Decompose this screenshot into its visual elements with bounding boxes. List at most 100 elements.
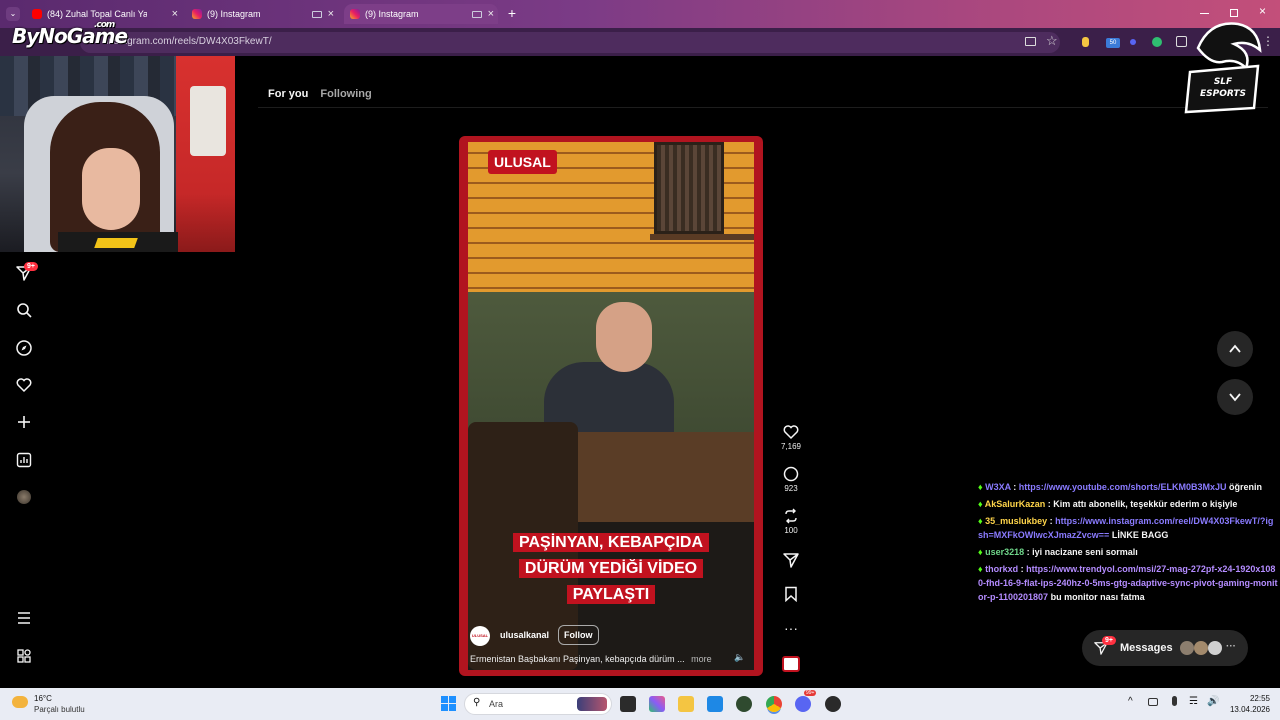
search-highlight-image <box>577 697 607 711</box>
save-button[interactable] <box>779 586 803 604</box>
plus-icon <box>18 416 30 428</box>
store-icon[interactable] <box>707 696 723 712</box>
previous-reel-button[interactable] <box>1217 331 1253 367</box>
bookmark-star-icon[interactable]: ☆ <box>1046 33 1058 49</box>
url-field[interactable]: instagram.com/reels/DW4X03FkewT/ <box>80 32 1060 53</box>
install-app-icon[interactable] <box>1025 37 1036 46</box>
like-button[interactable]: 7,169 <box>779 424 803 451</box>
extension-icon[interactable] <box>1152 37 1162 47</box>
volume-icon[interactable]: 🔊 <box>1207 696 1219 707</box>
chat-message: ♦ W3XA : https://www.youtube.com/shorts/… <box>978 482 1262 492</box>
author-name[interactable]: ulusalkanal <box>500 630 549 640</box>
audio-button[interactable] <box>779 656 803 674</box>
taskbar-search[interactable]: ⚲ Ara <box>464 693 612 715</box>
close-tab-icon[interactable]: × <box>488 8 494 20</box>
dragon-emblem <box>1184 22 1262 114</box>
avatar <box>1208 641 1222 655</box>
reel-author-row: ULUSAL ulusalkanal Follow <box>470 624 750 648</box>
tab-search-button[interactable]: ⌄ <box>6 7 20 21</box>
chat-user: AkSalurKazan <box>984 499 1046 509</box>
task-view-icon[interactable] <box>620 696 636 712</box>
nav-profile[interactable] <box>14 487 34 507</box>
tab-for-you[interactable]: For you <box>268 88 308 100</box>
clock[interactable]: 22:55 13.04.2026 <box>1220 693 1270 715</box>
next-reel-button[interactable] <box>1217 379 1253 415</box>
tray-overflow-icon[interactable]: ^ <box>1128 696 1133 707</box>
obs-icon[interactable] <box>825 696 841 712</box>
copilot-icon[interactable] <box>649 696 665 712</box>
xbox-icon[interactable] <box>736 696 752 712</box>
more-horizontal-icon: ··· <box>1226 641 1236 652</box>
audio-thumbnail <box>782 656 800 672</box>
weather-widget[interactable]: 16°C Parçalı bulutlu <box>10 692 120 716</box>
browser-tab-bar: ⌄ (84) Zuhal Topal Canlı Yayında • × (9)… <box>0 0 1280 28</box>
chrome-icon[interactable] <box>766 696 782 712</box>
chat-badge-icon: ♦ <box>978 499 983 509</box>
comment-button[interactable]: 923 <box>779 466 803 493</box>
chat-link[interactable]: https://www.youtube.com/shorts/ELKM0B3Mx… <box>1019 482 1227 492</box>
reel-video[interactable]: ULUSAL PAŞİNYAN, KEBAPÇIDA DÜRÜM YEDİĞİ … <box>459 136 763 676</box>
stream-brand-logo: ByNoGame .com <box>12 20 128 48</box>
chat-user: thorkxd <box>985 564 1019 574</box>
wifi-icon[interactable]: ☴ <box>1189 696 1198 707</box>
shirt-stripe <box>94 238 138 248</box>
chat-message: ♦ user3218 : iyi nacizane seni sormalı <box>978 547 1138 557</box>
nav-explore[interactable] <box>14 338 34 358</box>
share-button[interactable] <box>779 552 803 570</box>
speaker-icon[interactable]: 🔈 <box>734 652 745 663</box>
portrait-decoration <box>190 86 226 156</box>
reel-frame: ULUSAL PAŞİNYAN, KEBAPÇIDA DÜRÜM YEDİĞİ … <box>468 142 754 670</box>
nav-more[interactable] <box>14 608 34 628</box>
author-avatar[interactable]: ULUSAL <box>470 626 490 646</box>
more-options-button[interactable]: ··· <box>779 620 803 636</box>
new-tab-button[interactable]: + <box>504 5 520 21</box>
streamer-face <box>82 148 140 230</box>
weather-temp: 16°C <box>34 694 52 703</box>
shelf <box>650 234 754 240</box>
tab-instagram-2[interactable]: (9) Instagram × <box>344 4 498 24</box>
tab-title: (9) Instagram <box>207 9 261 19</box>
nav-dashboard[interactable] <box>14 450 34 470</box>
channel-logo: ULUSAL <box>488 150 557 174</box>
nav-notifications[interactable] <box>14 375 34 395</box>
close-tab-icon[interactable]: × <box>172 8 178 20</box>
heart-icon <box>783 425 799 440</box>
windows-taskbar: 16°C Parçalı bulutlu ⚲ Ara 99+ ^ ☴ 🔊 22:… <box>0 688 1280 720</box>
nav-apps[interactable] <box>14 646 34 666</box>
streamer-webcam <box>0 56 235 252</box>
shelf-window <box>654 142 724 234</box>
repost-button[interactable]: 100 <box>779 508 803 535</box>
more-link[interactable]: more <box>691 654 712 664</box>
heart-icon <box>16 378 32 393</box>
tab-instagram-1[interactable]: (9) Instagram × <box>186 4 338 24</box>
feed-tabs: For you Following <box>268 88 381 100</box>
follow-button[interactable]: Follow <box>558 625 599 645</box>
caption-line: PAYLAŞTI <box>468 582 754 608</box>
chat-user: W3XA <box>985 482 1011 492</box>
windows-logo-icon <box>441 696 448 703</box>
messages-button[interactable]: 9+ Messages ··· <box>1082 630 1248 666</box>
more-horizontal-icon: ··· <box>784 620 798 636</box>
picture-in-picture-icon[interactable] <box>472 10 482 18</box>
comment-icon <box>783 466 799 482</box>
feed-divider <box>258 107 1268 108</box>
extension-icon[interactable] <box>1082 37 1089 47</box>
picture-in-picture-icon[interactable] <box>312 10 322 18</box>
nav-create[interactable] <box>14 412 34 432</box>
tab-following[interactable]: Following <box>320 88 371 100</box>
network-icon[interactable] <box>1148 698 1158 706</box>
chat-badge-icon: ♦ <box>978 516 983 526</box>
reel-caption-overlay: PAŞİNYAN, KEBAPÇIDA DÜRÜM YEDİĞİ VİDEO P… <box>468 530 754 608</box>
nav-home[interactable]: 9+ <box>14 262 38 283</box>
close-tab-icon[interactable]: × <box>328 8 334 20</box>
extension-badge[interactable]: 50 <box>1106 38 1120 48</box>
nav-search[interactable] <box>14 300 34 320</box>
minimize-icon[interactable] <box>1200 13 1209 14</box>
comment-count: 923 <box>784 484 798 493</box>
file-explorer-icon[interactable] <box>678 696 694 712</box>
extension-icon[interactable] <box>1130 39 1136 45</box>
start-button[interactable] <box>441 696 456 711</box>
discord-icon[interactable]: 99+ <box>795 690 817 712</box>
microphone-icon[interactable] <box>1172 696 1177 706</box>
chat-text: LİNKE BAGG <box>1111 530 1169 540</box>
